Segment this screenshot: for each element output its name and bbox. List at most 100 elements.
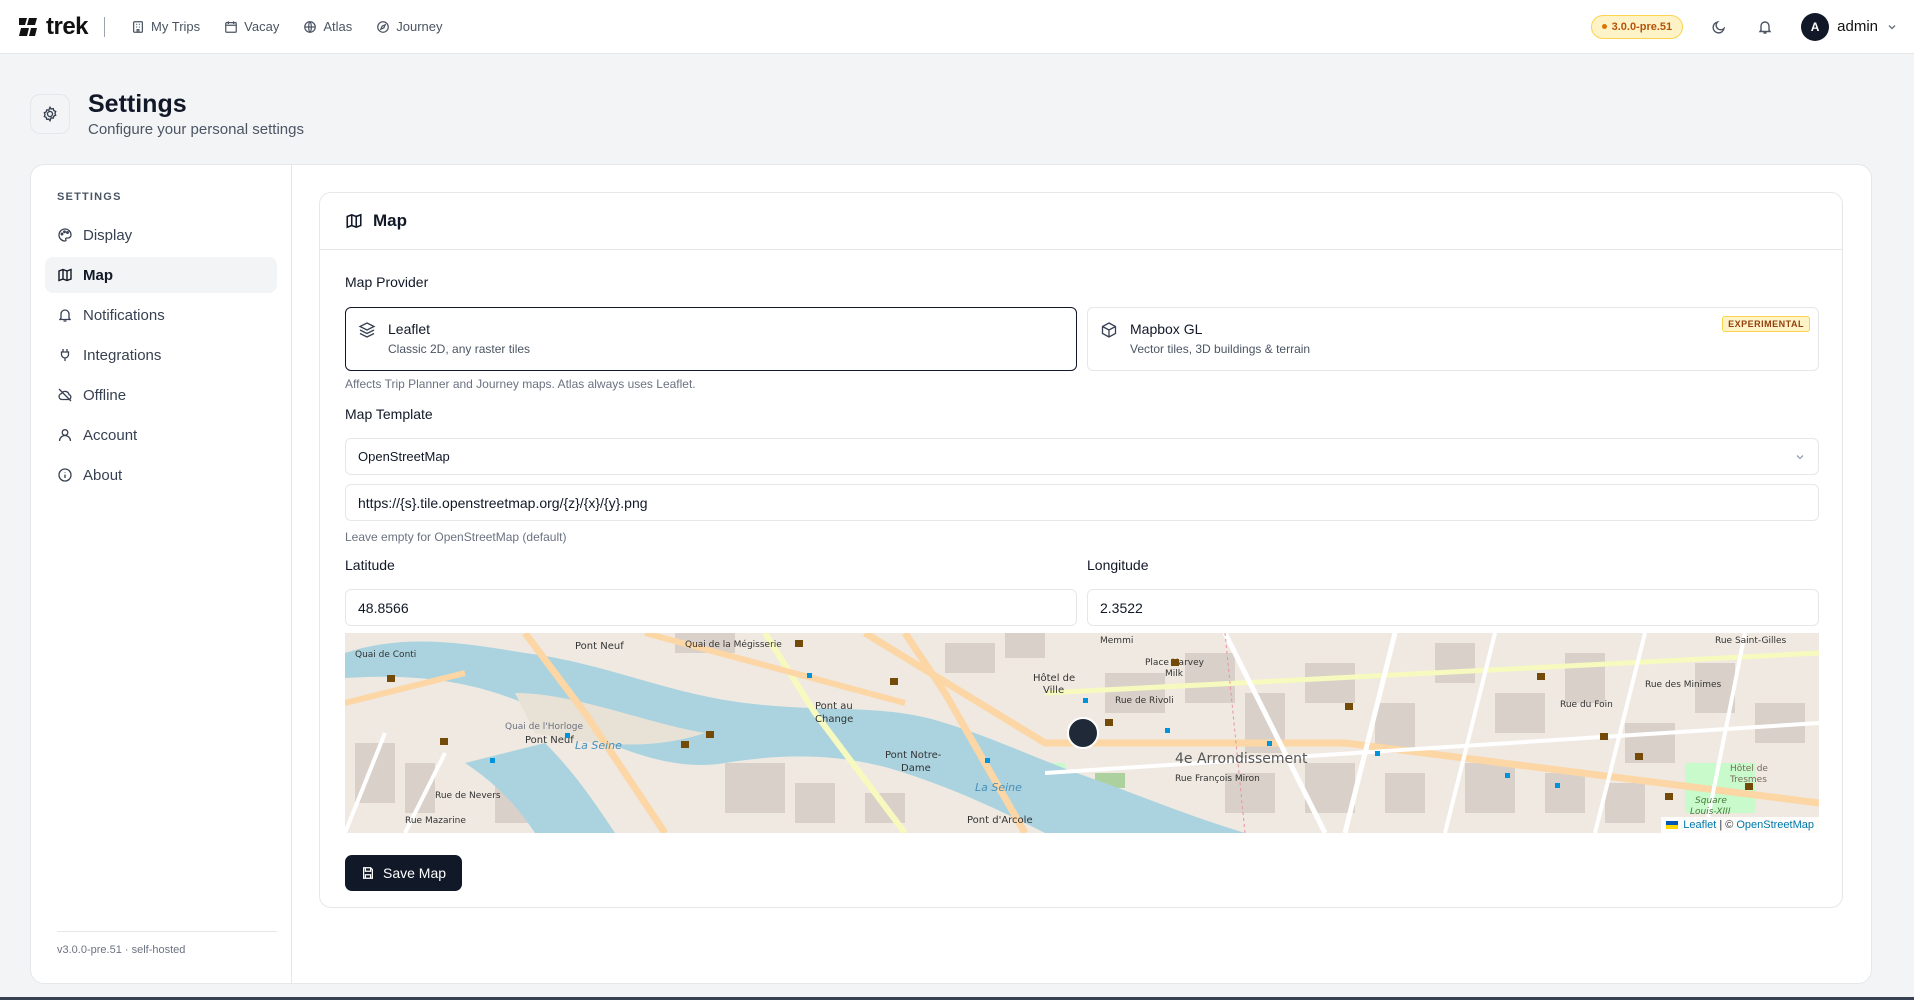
sidebar-item-map[interactable]: Map: [45, 257, 277, 293]
map-label: Hôtel de: [1730, 763, 1768, 774]
box-icon: [1101, 322, 1117, 338]
sidebar-item-label: Account: [83, 426, 138, 444]
map-icon: [346, 213, 362, 229]
map-label: Rue François Miron: [1175, 774, 1260, 784]
main-nav: My Trips Vacay Atlas Journey: [121, 13, 452, 40]
sidebar-item-notifications[interactable]: Notifications: [45, 297, 277, 333]
notifications-button[interactable]: [1755, 17, 1775, 37]
longitude-input[interactable]: [1087, 589, 1819, 626]
map-label: Memmi: [1100, 636, 1133, 646]
nav-my-trips[interactable]: My Trips: [121, 13, 210, 40]
map-icon: [58, 268, 72, 282]
building-icon: [133, 20, 144, 33]
map-preview[interactable]: Pont Neuf Pont Neuf Pont au Change Pont …: [345, 633, 1819, 833]
map-label: Hôtel de: [1033, 672, 1075, 684]
sidebar-item-offline[interactable]: Offline: [45, 377, 277, 413]
nav-vacay-label: Vacay: [244, 19, 280, 34]
map-label: Milk: [1165, 669, 1184, 679]
map-label: Rue Mazarine: [405, 816, 466, 826]
osm-link[interactable]: OpenStreetMap: [1736, 819, 1814, 831]
page-title: Settings: [88, 90, 187, 118]
sidebar-item-label: Offline: [83, 386, 127, 404]
nav-separator: [104, 16, 106, 37]
nav-journey[interactable]: Journey: [366, 13, 452, 40]
map-label: Quai de l'Horloge: [505, 722, 583, 732]
nav-journey-label: Journey: [396, 19, 443, 34]
map-provider-label: Map Provider: [345, 274, 429, 290]
map-attribution: Leaflet | © OpenStreetMap: [1661, 817, 1819, 833]
bell-icon: [1758, 20, 1772, 34]
sidebar-item-label: Notifications: [83, 306, 165, 324]
map-label: Change: [815, 714, 853, 725]
map-label: Rue du Foin: [1560, 700, 1613, 710]
trek-logo-icon: [19, 17, 37, 36]
layers-icon: [358, 322, 376, 338]
chevron-down-icon: [1888, 24, 1896, 29]
map-label: La Seine: [575, 739, 622, 752]
map-template-select[interactable]: OpenStreetMap: [345, 438, 1819, 475]
map-template-label: Map Template: [345, 406, 433, 422]
compass-icon: [377, 20, 390, 33]
map-label: Square: [1695, 796, 1727, 806]
app-logo[interactable]: trek: [16, 12, 89, 41]
bell-icon: [58, 309, 72, 322]
settings-sidebar: SETTINGS Display Map Notifications Integ…: [31, 165, 292, 983]
tile-url-hint: Leave empty for OpenStreetMap (default): [345, 530, 567, 544]
map-label: Pont d'Arcole: [967, 815, 1033, 826]
provider-desc: Vector tiles, 3D buildings & terrain: [1130, 342, 1311, 356]
sidebar-item-integrations[interactable]: Integrations: [45, 337, 277, 373]
page-header: Settings Configure your personal setting…: [30, 89, 304, 138]
map-label: Pont Notre-: [885, 750, 942, 761]
provider-option-leaflet[interactable]: Leaflet Classic 2D, any raster tiles: [345, 307, 1077, 371]
latitude-label: Latitude: [345, 557, 395, 573]
ukraine-flag-icon: [1666, 821, 1679, 829]
sidebar-footer-divider: [57, 931, 277, 932]
tile-url-input[interactable]: [345, 484, 1819, 521]
version-text: 3.0.0-pre.51: [1611, 20, 1673, 33]
provider-name: Mapbox GL: [1130, 321, 1203, 337]
avatar: A: [1801, 12, 1830, 41]
map-label: Rue de Rivoli: [1115, 696, 1174, 706]
map-tiles: Pont Neuf Pont Neuf Pont au Change Pont …: [345, 633, 1819, 833]
save-map-button[interactable]: Save Map: [345, 855, 463, 891]
provider-desc: Classic 2D, any raster tiles: [388, 342, 531, 356]
provider-option-mapbox[interactable]: Mapbox GL Vector tiles, 3D buildings & t…: [1087, 307, 1819, 371]
provider-name: Leaflet: [388, 321, 431, 337]
palette-icon: [58, 228, 72, 242]
attribution-separator: | ©: [1719, 819, 1734, 831]
user-icon: [58, 429, 72, 442]
leaflet-link[interactable]: Leaflet: [1683, 819, 1716, 831]
map-location-marker: [1067, 717, 1099, 749]
latitude-input[interactable]: [345, 589, 1077, 626]
map-label: Dame: [901, 763, 931, 774]
panel-header: Map: [320, 193, 1842, 250]
map-label: Ville: [1043, 685, 1064, 696]
save-map-label: Save Map: [383, 865, 447, 881]
experimental-badge: EXPERIMENTAL: [1722, 316, 1810, 332]
sidebar-item-account[interactable]: Account: [45, 417, 277, 453]
top-navigation-bar: trek My Trips Vacay Atlas Journey 3.0.0-…: [0, 0, 1914, 54]
dark-mode-toggle[interactable]: [1709, 17, 1729, 37]
app-name: trek: [46, 12, 89, 40]
nav-vacay[interactable]: Vacay: [214, 13, 289, 40]
info-icon: [58, 468, 72, 482]
settings-card: SETTINGS Display Map Notifications Integ…: [30, 164, 1872, 984]
sidebar-heading: SETTINGS: [57, 191, 122, 203]
map-label: Quai de la Mégisserie: [685, 639, 782, 650]
calendar-icon: [225, 20, 238, 33]
map-label: La Seine: [975, 781, 1022, 794]
sidebar-list: Display Map Notifications Integrations O…: [45, 217, 277, 497]
user-menu[interactable]: A admin: [1801, 12, 1898, 41]
provider-hint: Affects Trip Planner and Journey maps. A…: [345, 377, 696, 391]
nav-atlas[interactable]: Atlas: [293, 13, 362, 40]
map-label: Louis-XIII: [1690, 807, 1731, 817]
sidebar-item-display[interactable]: Display: [45, 217, 277, 253]
sidebar-item-about[interactable]: About: [45, 457, 277, 493]
sidebar-item-label: About: [83, 466, 123, 484]
gear-icon: [43, 105, 57, 123]
top-right-controls: 3.0.0-pre.51 A admin: [1590, 12, 1898, 41]
cloud-off-icon: [58, 388, 72, 402]
version-badge[interactable]: 3.0.0-pre.51: [1590, 14, 1684, 39]
page-subtitle: Configure your personal settings: [88, 121, 304, 138]
sidebar-item-label: Integrations: [83, 346, 162, 364]
